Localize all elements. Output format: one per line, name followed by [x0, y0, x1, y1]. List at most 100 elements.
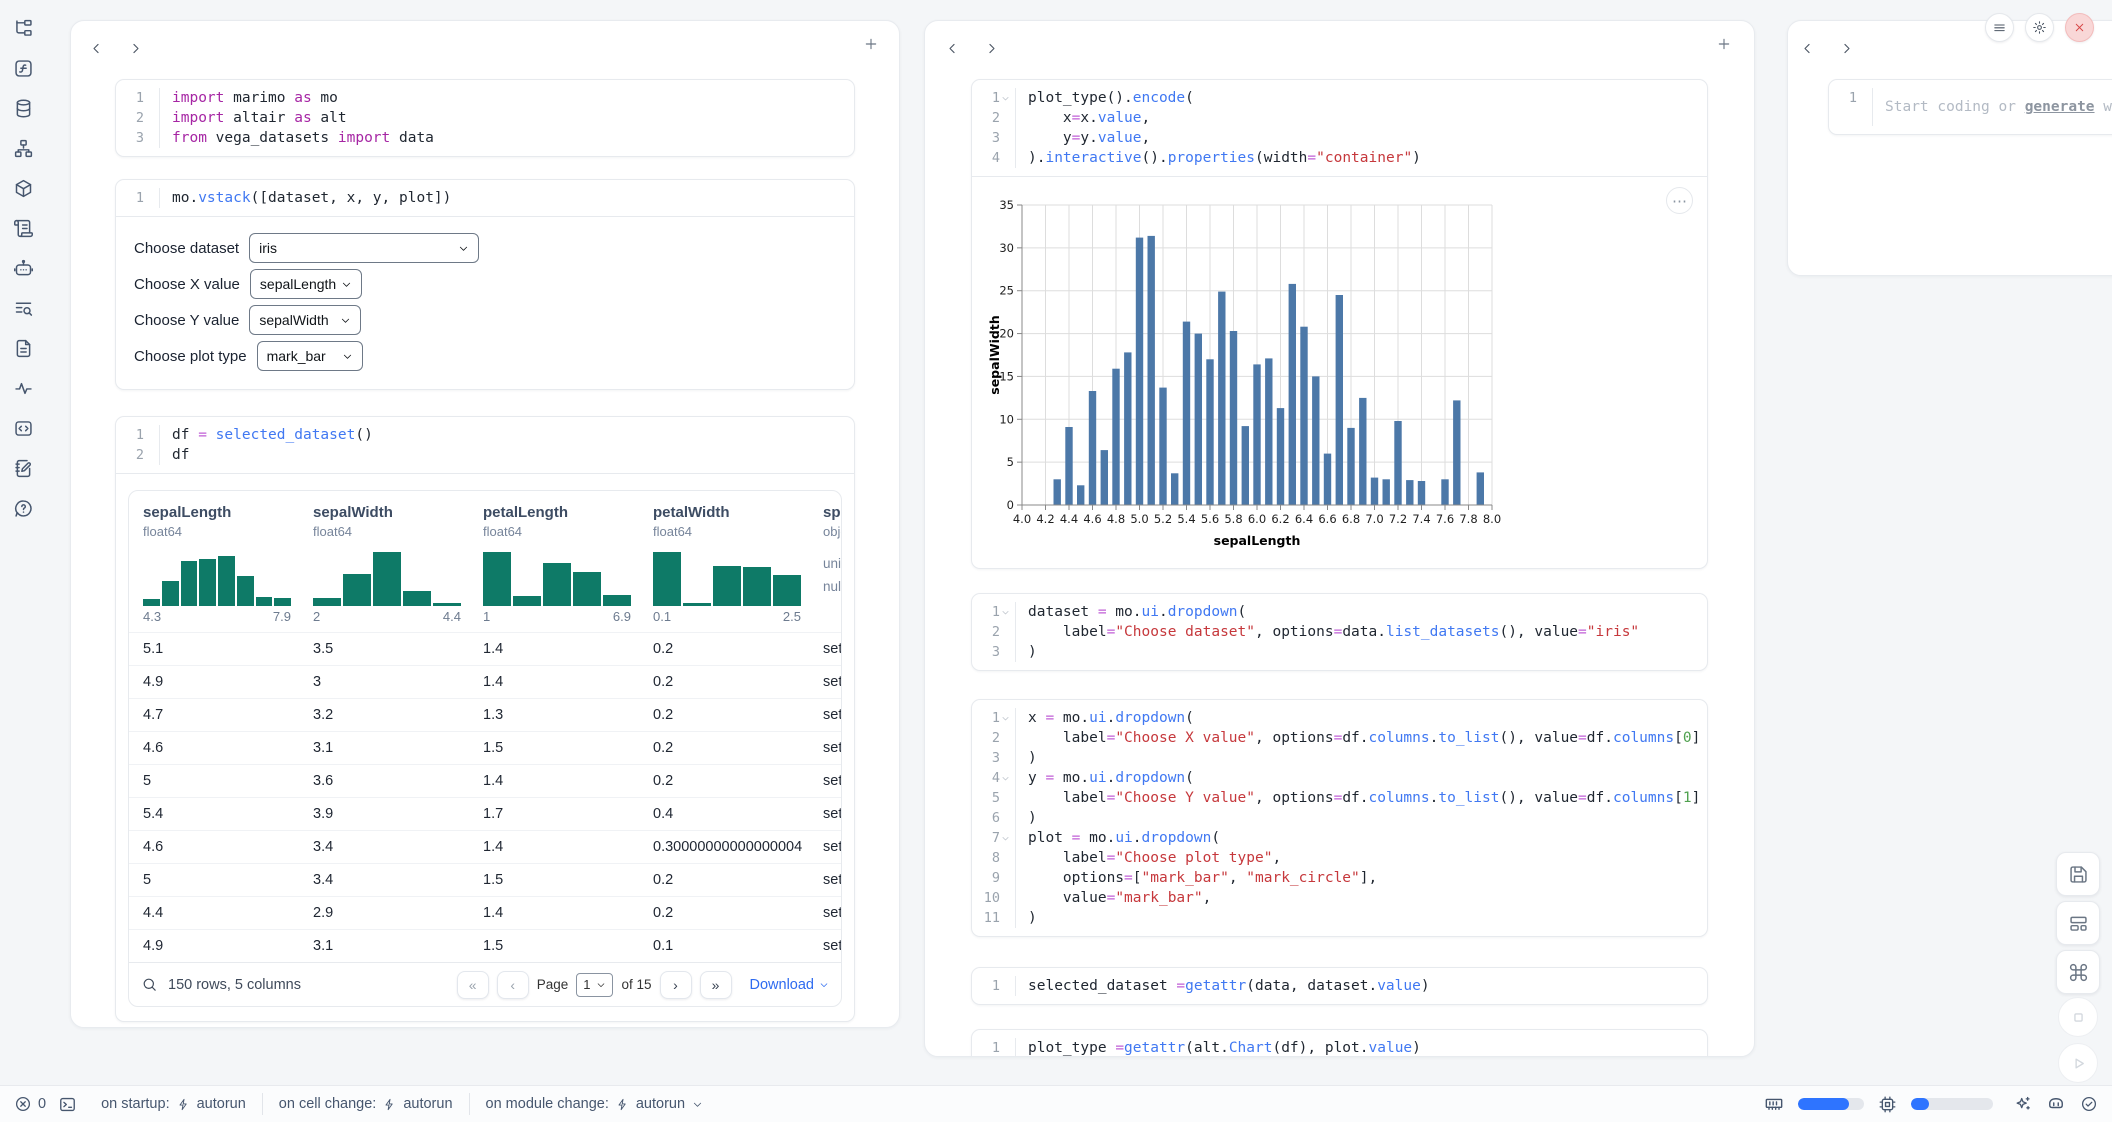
next-page-button[interactable]: ›: [660, 971, 692, 999]
sidebar-help-circle-button[interactable]: [10, 496, 38, 520]
table-cell: 0.1: [639, 930, 809, 962]
fold-chevron-icon[interactable]: [1000, 608, 1011, 617]
line-number-gutter: 1: [972, 1038, 1016, 1057]
connection-status-icon[interactable]: [2080, 1095, 2098, 1113]
sidebar-notebook-pen-button[interactable]: [10, 456, 38, 480]
generate-link[interactable]: generate: [2025, 99, 2095, 115]
sidebar-file-text-button[interactable]: [10, 336, 38, 360]
autorun-setting-1[interactable]: on cell change:autorun: [262, 1093, 469, 1115]
code-lines: import marimo as moimport altair as altf…: [160, 88, 434, 148]
add-cell-button[interactable]: [863, 36, 879, 52]
function-square-icon: [13, 58, 34, 79]
autorun-setting-0[interactable]: on startup:autorun: [85, 1093, 262, 1115]
sidebar-package-button[interactable]: [10, 176, 38, 200]
ai-sparkles-icon[interactable]: [2013, 1095, 2032, 1114]
sidebar-doc-search-button[interactable]: [10, 296, 38, 320]
sidebar-scroll-button[interactable]: [10, 216, 38, 240]
svg-text:4.0: 4.0: [1013, 512, 1031, 526]
last-page-button[interactable]: »: [700, 971, 732, 999]
terminal-button[interactable]: [58, 1095, 77, 1114]
stop-kernel-button[interactable]: [2058, 997, 2098, 1037]
table-cell: 3: [299, 666, 469, 698]
code-placeholder: Start coding or generate with: [1873, 88, 2112, 126]
column-header[interactable]: speciesobjectunique:nulls:: [809, 503, 841, 624]
memory-usage-meter: [1798, 1098, 1864, 1110]
svg-text:6.2: 6.2: [1271, 512, 1289, 526]
svg-text:5.6: 5.6: [1201, 512, 1219, 526]
save-notebook-button[interactable]: [2056, 852, 2100, 896]
settings-button[interactable]: [2025, 13, 2054, 42]
scroll-right-button[interactable]: [1839, 41, 1854, 56]
column-histogram: [143, 550, 291, 606]
scroll-left-button[interactable]: [89, 41, 104, 56]
table-cell: 1.4: [469, 666, 639, 698]
code-editor[interactable]: 1selected_dataset =getattr(data, dataset…: [972, 968, 1707, 1004]
y-value-select[interactable]: sepalWidth: [249, 305, 361, 335]
keyboard-shortcuts-button[interactable]: [2056, 950, 2100, 994]
line-number: 2: [972, 108, 1015, 128]
code-editor[interactable]: 1234567891011x = mo.ui.dropdown( label="…: [972, 700, 1707, 936]
table-cell: 3.5: [299, 633, 469, 665]
dataset-select[interactable]: iris: [249, 233, 479, 263]
column-header[interactable]: petalLengthfloat6416.9: [469, 503, 639, 624]
fold-chevron-icon[interactable]: [1000, 94, 1011, 103]
page-select[interactable]: 1: [576, 973, 613, 997]
left-column-nav: [89, 35, 855, 61]
scroll-right-button[interactable]: [984, 41, 999, 56]
menu-button[interactable]: [1985, 13, 2014, 42]
sidebar-file-tree-button[interactable]: [10, 16, 38, 40]
fold-chevron-icon[interactable]: [1000, 834, 1011, 843]
run-all-button[interactable]: [2058, 1043, 2098, 1083]
svg-text:5: 5: [1007, 455, 1014, 469]
download-button[interactable]: Download: [750, 977, 830, 993]
fold-chevron-icon[interactable]: [1000, 714, 1011, 723]
first-page-button[interactable]: «: [457, 971, 489, 999]
column-header[interactable]: sepalLengthfloat644.37.9: [129, 503, 299, 624]
plot-type-cell: 1plot_type =getattr(alt.Chart(df), plot.…: [971, 1029, 1708, 1057]
altair-bar-chart[interactable]: 4.04.24.44.64.85.05.25.45.65.86.06.26.46…: [988, 189, 1533, 561]
code-editor[interactable]: 1 Start coding or generate with: [1829, 80, 2112, 134]
svg-text:7.0: 7.0: [1365, 512, 1383, 526]
add-cell-button[interactable]: [1716, 36, 1732, 52]
xyplot-dropdowns-cell: 1234567891011x = mo.ui.dropdown( label="…: [971, 699, 1708, 937]
histogram-range: 4.37.9: [143, 609, 291, 624]
table-pagination: «‹Page1of 15›»Download: [457, 971, 829, 999]
line-number: 5: [972, 788, 1015, 808]
chevD-icon: [692, 1099, 703, 1110]
layout-toggle-button[interactable]: [2056, 901, 2100, 945]
code-editor[interactable]: 123import marimo as moimport altair as a…: [116, 80, 854, 156]
table-cell: setosa: [809, 930, 841, 962]
sidebar-code-square-button[interactable]: [10, 416, 38, 440]
sidebar-bot-button[interactable]: [10, 256, 38, 280]
svg-text:7.6: 7.6: [1436, 512, 1454, 526]
code-editor[interactable]: 1plot_type =getattr(alt.Chart(df), plot.…: [972, 1030, 1707, 1057]
sidebar-function-square-button[interactable]: [10, 56, 38, 80]
autorun-setting-2[interactable]: on module change:autorun: [469, 1093, 720, 1115]
plot-type-select[interactable]: mark_bar: [257, 341, 363, 371]
previous-page-button[interactable]: ‹: [497, 971, 529, 999]
line-number: 2: [116, 445, 159, 465]
column-header[interactable]: petalWidthfloat640.12.5: [639, 503, 809, 624]
selected-dataset-cell: 1selected_dataset =getattr(data, dataset…: [971, 967, 1708, 1005]
table-row: 4.93.11.50.1setosa: [129, 929, 841, 962]
play-icon: [2069, 1054, 2088, 1073]
sidebar-database-button[interactable]: [10, 96, 38, 120]
code-editor[interactable]: 123dataset = mo.ui.dropdown( label="Choo…: [972, 594, 1707, 670]
error-indicator[interactable]: 0: [14, 1095, 46, 1113]
scroll-left-button[interactable]: [1800, 41, 1815, 56]
x-value-select[interactable]: sepalLength: [250, 269, 362, 299]
sidebar-hierarchy-button[interactable]: [10, 136, 38, 160]
chart-actions-button[interactable]: ⋯: [1666, 187, 1693, 214]
column-header[interactable]: sepalWidthfloat6424.4: [299, 503, 469, 624]
code-editor[interactable]: 1234plot_type().encode( x=x.value, y=y.v…: [972, 80, 1707, 176]
help-circle-icon: [13, 498, 34, 519]
scroll-left-button[interactable]: [945, 41, 960, 56]
fold-chevron-icon[interactable]: [1000, 774, 1011, 783]
activity-sidebar: [0, 0, 47, 1085]
code-editor[interactable]: 1mo.vstack([dataset, x, y, plot]): [116, 180, 854, 216]
sidebar-activity-button[interactable]: [10, 376, 38, 400]
code-editor[interactable]: 12df = selected_dataset()df: [116, 417, 854, 473]
copilot-icon[interactable]: [2046, 1094, 2066, 1114]
scroll-right-button[interactable]: [128, 41, 143, 56]
shutdown-button[interactable]: [2065, 13, 2094, 42]
